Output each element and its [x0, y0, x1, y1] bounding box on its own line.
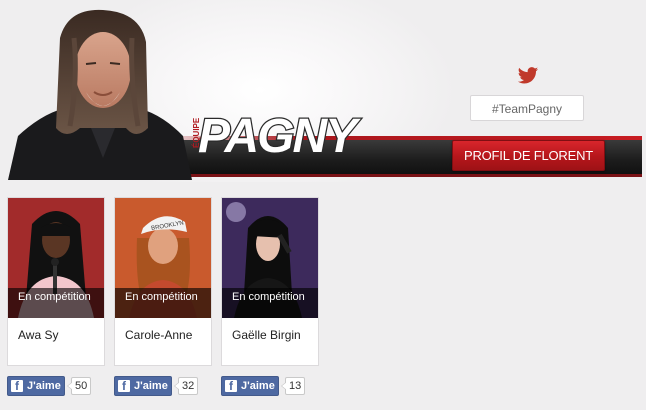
- facebook-icon: f: [118, 379, 130, 393]
- like-label: J'aime: [27, 380, 61, 392]
- contestant-card[interactable]: En compétition Awa Sy: [7, 197, 105, 366]
- facebook-like-button[interactable]: f J'aime: [114, 376, 172, 396]
- contestant-card[interactable]: En compétition Gaëlle Birgin: [221, 197, 319, 366]
- facebook-icon: f: [11, 379, 23, 393]
- team-logo: ÉQUIPE PAGNY: [192, 109, 364, 165]
- contestant-status: En compétition: [222, 288, 318, 318]
- like-label: J'aime: [134, 380, 168, 392]
- team-header-banner: ÉQUIPE PAGNY #TeamPagny PROFIL DE FLOREN…: [0, 0, 646, 182]
- team-logo-text: PAGNY: [198, 110, 361, 163]
- contestant-name: Gaëlle Birgin: [232, 328, 301, 342]
- contestant-card[interactable]: BROOKLYN En compétition Carole-Anne: [114, 197, 212, 366]
- contestant-status: En compétition: [115, 288, 211, 318]
- like-label: J'aime: [241, 380, 275, 392]
- facebook-icon: f: [225, 379, 237, 393]
- hashtag-link[interactable]: #TeamPagny: [470, 95, 584, 121]
- contestant-name: Carole-Anne: [125, 328, 193, 342]
- contestant-status: En compétition: [8, 288, 104, 318]
- coach-profile-button[interactable]: PROFIL DE FLORENT: [452, 140, 605, 171]
- facebook-like-button[interactable]: f J'aime: [221, 376, 279, 396]
- facebook-like-button[interactable]: f J'aime: [7, 376, 65, 396]
- like-count: 32: [173, 377, 199, 395]
- contestant-name: Awa Sy: [18, 328, 59, 342]
- like-count: 13: [280, 377, 306, 395]
- twitter-bird-icon[interactable]: [517, 66, 539, 86]
- like-count: 50: [66, 377, 92, 395]
- coach-portrait: [8, 9, 192, 180]
